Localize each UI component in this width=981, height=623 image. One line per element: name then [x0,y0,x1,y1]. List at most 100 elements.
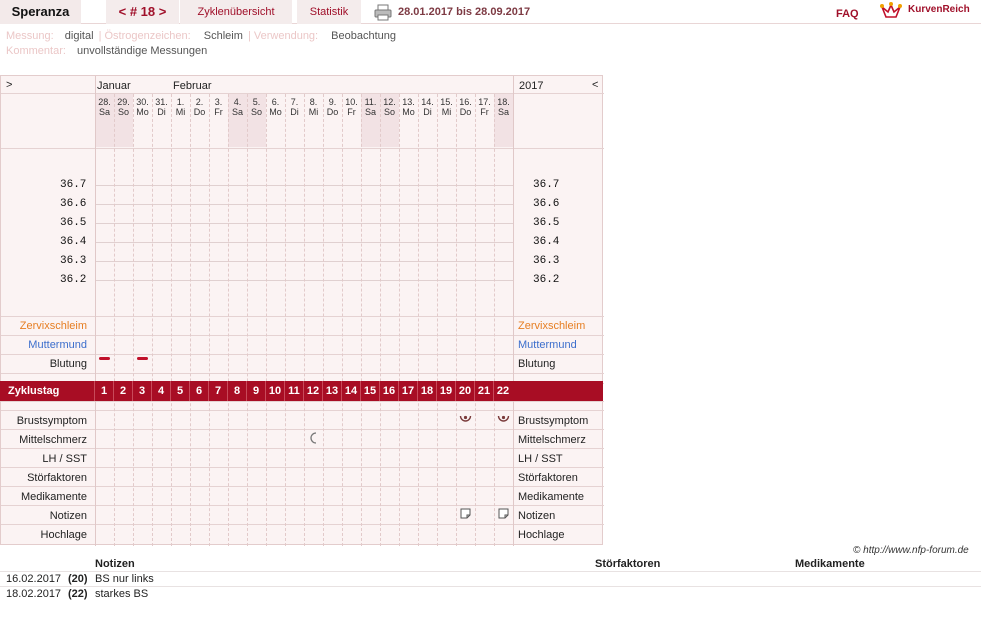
day-date: 17. [478,97,491,107]
day-column-line [133,94,134,546]
faq-link[interactable]: FAQ [836,8,859,20]
row-label-mittel: Mittelschmerz [19,434,87,446]
cycle-day-number[interactable]: 22 [493,381,512,401]
cycle-day-number[interactable]: 18 [417,381,436,401]
day-weekday: Sa [231,107,243,117]
day-header[interactable]: 16. Do [456,97,475,117]
day-header[interactable]: 1. Mi [171,97,190,117]
kommentar-value: unvollständige Messungen [76,45,208,57]
app-name-tab[interactable]: Speranza [0,0,81,24]
verwendung-label: Verwendung: [253,30,319,42]
tab-cycle-overview[interactable]: Zyklenübersicht [180,0,292,24]
cycle-day-number[interactable]: 10 [265,381,284,401]
notes-col-header: Notizen [95,558,135,570]
day-header[interactable]: 2. Do [190,97,209,117]
day-header[interactable]: 13. Mo [399,97,418,117]
cycle-day-number[interactable]: 13 [322,381,341,401]
notes-divider [0,571,981,572]
day-date: 6. [271,97,280,107]
cycle-day-number[interactable]: 20 [455,381,474,401]
day-column-line [114,94,115,546]
row-label-stoer-right: Störfaktoren [518,472,578,484]
cycle-day-number[interactable]: 16 [379,381,398,401]
day-date: 4. [233,97,242,107]
day-weekday: Do [459,107,472,117]
day-header[interactable]: 6. Mo [266,97,285,117]
cycle-day-number[interactable]: 8 [227,381,246,401]
temp-grid-line [96,261,514,262]
cycle-day-number[interactable]: 14 [341,381,360,401]
day-header[interactable]: 5. So [247,97,266,117]
day-column-line [418,94,419,546]
day-date: 2. [195,97,204,107]
row-label-lh-right: LH / SST [518,453,563,465]
brand-name[interactable]: KurvenReich [908,4,970,15]
cycle-day-number[interactable]: 19 [436,381,455,401]
temp-left-2: 36.5 [60,217,87,229]
cycle-day-number[interactable]: 3 [132,381,151,401]
nav-left-arrow[interactable]: > [6,79,12,91]
cycle-day-number[interactable]: 7 [208,381,227,401]
temp-right-3: 36.4 [533,236,560,248]
day-header[interactable]: 10. Fr [342,97,361,117]
day-header[interactable]: 12. So [380,97,399,117]
day-header[interactable]: 18. Sa [494,97,513,117]
row-label-notizen-right: Notizen [518,510,556,522]
day-header[interactable]: 28. Sa [95,97,114,117]
note-icon[interactable] [460,508,471,519]
day-column-line [342,94,343,546]
day-header[interactable]: 14. Di [418,97,437,117]
cycle-day-number[interactable]: 9 [246,381,265,401]
day-date: 8. [309,97,318,107]
day-header[interactable]: 3. Fr [209,97,228,117]
day-date: 18. [497,97,510,107]
day-header[interactable]: 7. Di [285,97,304,117]
day-header[interactable]: 30. Mo [133,97,152,117]
nav-right-arrow[interactable]: < [592,79,598,91]
kommentar-label: Kommentar: [6,45,66,57]
oestrogen-label: Östrogenzeichen: [104,30,191,42]
mittelschmerz-icon [309,432,319,444]
day-column-line [228,94,229,546]
cycle-day-number[interactable]: 21 [474,381,493,401]
bleeding-mark [137,357,148,360]
cycle-navigator[interactable]: < # 18 > [106,0,179,24]
bleeding-mark [99,357,110,360]
day-weekday: So [383,107,395,117]
day-header[interactable]: 15. Mi [437,97,456,117]
cycle-day-number[interactable]: 1 [94,381,113,401]
temp-left-3: 36.4 [60,236,87,248]
copyright[interactable]: © http://www.nfp-forum.de [853,545,969,556]
day-date: 15. [440,97,453,107]
row-label-muttermund-right: Muttermund [518,339,577,351]
print-icon[interactable] [374,3,392,21]
day-column-line [152,94,153,546]
day-header[interactable]: 4. Sa [228,97,247,117]
day-date: 31. [155,97,168,107]
day-header[interactable]: 8. Mi [304,97,323,117]
temp-grid-line [96,223,514,224]
cycle-day-number[interactable]: 2 [113,381,132,401]
kurvenreich-logo-icon[interactable] [880,1,902,21]
cycle-day-number[interactable]: 6 [189,381,208,401]
notes-row-divider [0,586,981,587]
day-header[interactable]: 29. So [114,97,133,117]
day-column-line [171,94,172,546]
note-icon[interactable] [498,508,509,519]
day-column-line [323,94,324,546]
cycle-day-number[interactable]: 11 [284,381,303,401]
cycle-day-number[interactable]: 15 [360,381,379,401]
day-header[interactable]: 17. Fr [475,97,494,117]
day-header[interactable]: 9. Do [323,97,342,117]
day-header[interactable]: 11. Sa [361,97,380,117]
cycle-day-number[interactable]: 5 [170,381,189,401]
cycle-day-number[interactable]: 12 [303,381,322,401]
cycle-day-number[interactable]: 17 [398,381,417,401]
day-header[interactable]: 31. Di [152,97,171,117]
verwendung-value: Beobachtung [331,30,397,42]
tab-statistics[interactable]: Statistik [297,0,361,24]
day-date: 5. [252,97,261,107]
row-label-zervix-right: Zervixschleim [518,320,586,332]
cycle-day-number[interactable]: 4 [151,381,170,401]
temp-grid-line [96,204,514,205]
